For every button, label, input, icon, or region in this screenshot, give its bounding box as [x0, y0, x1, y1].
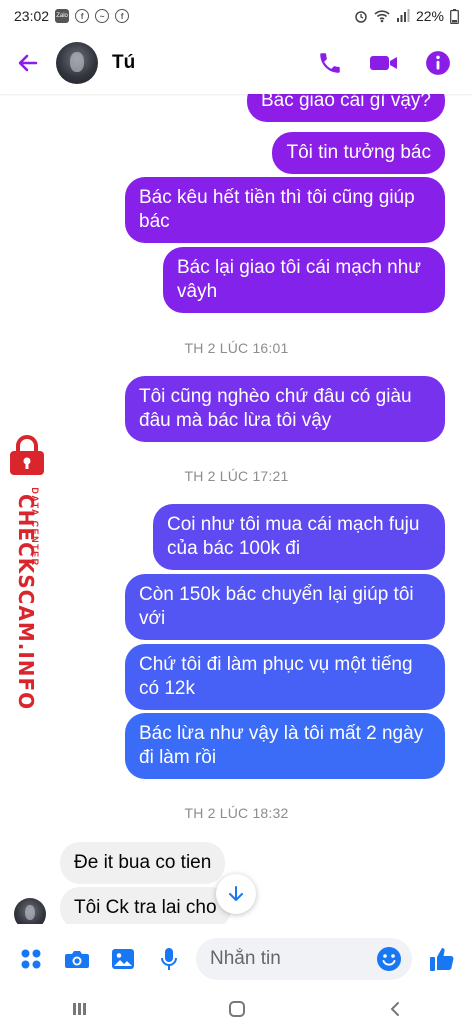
message-input[interactable] — [210, 948, 376, 970]
message-bubble-outgoing[interactable]: Còn 150k bác chuyển lại giúp tôi với — [125, 574, 445, 640]
phone-icon — [320, 53, 340, 73]
voice-message-button[interactable] — [146, 936, 192, 982]
camera-button[interactable] — [54, 936, 100, 982]
checkscam-watermark: DATA CENTER CHECKSCAM.INFO — [0, 434, 52, 710]
back-arrow-icon — [18, 54, 38, 72]
message-bubble-outgoing[interactable]: Bác kêu hết tiền thì tôi cũng giúp bác — [125, 177, 445, 243]
timestamp-divider: TH 2 LÚC 18:32 — [184, 805, 289, 821]
facebook-icon: f — [75, 9, 90, 23]
message-bubble-outgoing[interactable]: Coi như tôi mua cái mạch fuju của bác 10… — [153, 504, 445, 570]
message-bubble-outgoing[interactable]: Bác lại giao tôi cái mạch như vâyh — [163, 247, 445, 313]
contact-avatar[interactable] — [56, 42, 98, 84]
home-icon[interactable] — [228, 1000, 246, 1018]
voice-call-button[interactable] — [313, 46, 347, 80]
facebook-notification-icon: f — [115, 9, 130, 23]
battery-percent: 22% — [415, 8, 444, 24]
message-bubble-outgoing[interactable]: Tôi tin tưởng bác — [272, 132, 445, 174]
contact-name[interactable]: Tú — [112, 52, 135, 74]
messenger-icon: ~ — [95, 9, 110, 23]
image-icon — [112, 949, 134, 969]
timestamp-divider: TH 2 LÚC 17:21 — [184, 468, 289, 484]
message-composer — [0, 924, 473, 994]
alarm-icon — [355, 11, 367, 23]
camera-icon — [65, 951, 89, 968]
message-input-wrapper — [196, 938, 412, 980]
timestamp-divider: TH 2 LÚC 16:01 — [184, 340, 289, 356]
emoji-icon — [377, 947, 401, 971]
thumbs-up-icon — [430, 948, 454, 971]
info-icon — [426, 51, 450, 75]
watermark-title: CHECKSCAM.INFO — [14, 494, 38, 711]
message-bubble-outgoing[interactable]: Chứ tôi đi làm phục vụ một tiếng có 12k — [125, 644, 445, 710]
battery-icon — [450, 8, 459, 24]
apps-grid-icon — [21, 949, 41, 969]
emoji-button[interactable] — [376, 946, 402, 972]
message-list[interactable]: Bác giao cái gì vậy? Tôi tin tưởng bác B… — [0, 94, 473, 924]
wifi-icon — [374, 10, 390, 23]
message-bubble-outgoing[interactable]: Bác giao cái gì vậy? — [246, 94, 445, 122]
message-bubble-outgoing[interactable]: Bác lừa như vậy là tôi mất 2 ngày đi làm… — [125, 713, 445, 779]
back-button[interactable] — [0, 32, 56, 94]
system-navigation-bar — [0, 994, 473, 1024]
microphone-icon — [161, 948, 177, 970]
message-bubble-incoming[interactable]: Đe it bua co tien — [60, 842, 226, 884]
message-bubble-outgoing[interactable]: Tôi cũng nghèo chứ đâu có giàu đâu mà bá… — [125, 376, 445, 442]
more-actions-button[interactable] — [8, 936, 54, 982]
conversation-header: Tú — [0, 32, 473, 94]
recent-apps-icon[interactable] — [71, 1001, 87, 1017]
status-time: 23:02 — [14, 8, 50, 24]
video-call-button[interactable] — [367, 46, 401, 80]
signal-icon — [396, 9, 410, 22]
gallery-button[interactable] — [100, 936, 146, 982]
video-camera-icon — [370, 56, 397, 70]
arrow-down-icon — [229, 886, 243, 901]
zalo-icon: Zalo — [55, 9, 70, 23]
lock-icon — [10, 435, 44, 475]
sender-avatar[interactable] — [14, 898, 46, 924]
like-button[interactable] — [419, 936, 465, 982]
message-bubble-incoming[interactable]: Tôi Ck tra lai cho — [60, 887, 231, 924]
system-back-icon[interactable] — [387, 1001, 403, 1017]
status-bar: 23:02 Zalo f ~ f 22% — [0, 0, 473, 32]
conversation-info-button[interactable] — [421, 46, 455, 80]
scroll-to-bottom-button[interactable] — [216, 874, 256, 914]
